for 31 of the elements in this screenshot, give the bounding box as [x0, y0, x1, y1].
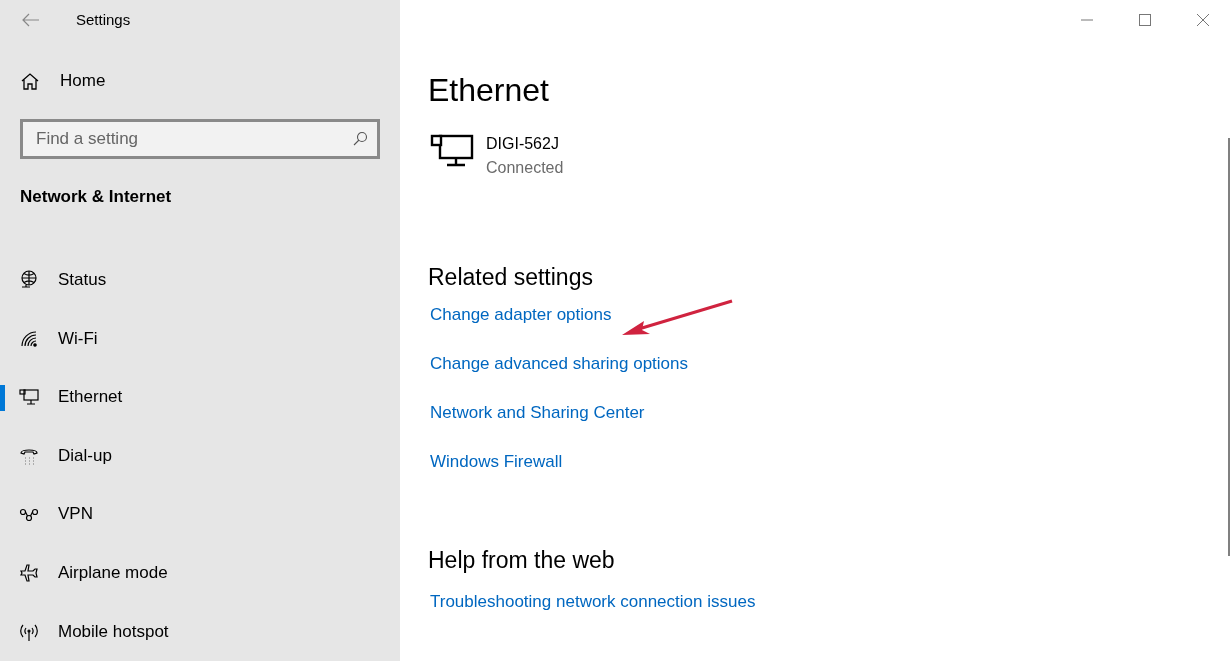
back-arrow-icon: [22, 12, 40, 27]
sidebar-item[interactable]: Ethernet: [0, 367, 400, 427]
page-title: Ethernet: [428, 71, 549, 110]
sidebar-item[interactable]: Wi-Fi: [0, 309, 400, 368]
search-icon: [352, 130, 368, 147]
globe-icon: [19, 269, 39, 290]
section-heading: Help from the web: [428, 546, 615, 575]
network-name: DIGI-562J: [486, 134, 560, 154]
maximize-icon: [1139, 14, 1151, 26]
settings-link[interactable]: Change adapter options: [430, 304, 612, 326]
help-link[interactable]: Troubleshooting network connection issues: [430, 591, 756, 613]
airplane-icon: [19, 563, 39, 584]
settings-link[interactable]: Windows Firewall: [430, 451, 563, 473]
monitor-icon: [430, 134, 474, 168]
settings-link[interactable]: Network and Sharing Center: [430, 402, 645, 424]
home-link[interactable]: Home: [20, 69, 400, 93]
section-heading: Network & Internet: [20, 186, 173, 207]
monitor-icon: [19, 387, 39, 408]
wifi-icon: [19, 328, 39, 349]
sidebar-item[interactable]: Dial-up: [0, 426, 400, 486]
section-heading: Related settings: [428, 263, 593, 292]
sidebar-item[interactable]: Airplane mode: [0, 543, 400, 603]
sidebar-item[interactable]: Mobile hotspot: [0, 602, 400, 661]
connection-status: Connected: [486, 158, 564, 178]
scrollbar[interactable]: [1228, 138, 1230, 556]
settings-link[interactable]: Change advanced sharing options: [430, 353, 689, 375]
search-field[interactable]: Find a setting: [20, 118, 380, 159]
sidebar-item[interactable]: Status: [0, 250, 400, 310]
window-title: Settings: [76, 11, 131, 29]
close-icon: [1197, 14, 1209, 26]
sidebar-item[interactable]: VPN: [0, 485, 400, 544]
